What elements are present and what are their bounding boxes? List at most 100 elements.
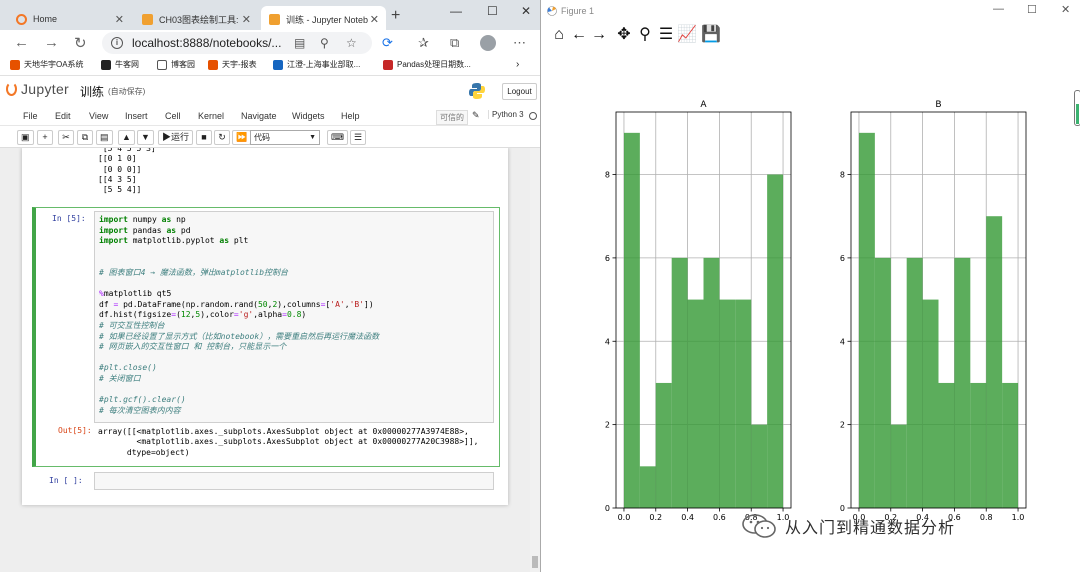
move-up-icon[interactable]: ▲ <box>118 130 135 145</box>
scroll-slider[interactable] <box>1074 90 1080 126</box>
configure-subplots-icon[interactable]: ☰ <box>656 25 676 45</box>
close-icon[interactable]: ✕ <box>370 13 379 26</box>
close-icon[interactable]: ✕ <box>242 13 251 26</box>
forward-icon[interactable]: → <box>44 34 59 51</box>
bookmark-icon <box>10 59 20 70</box>
jupyter-logo[interactable]: Jupyter <box>6 81 69 97</box>
figure-titlebar: Figure 1 — ☐ ✕ <box>541 0 1080 22</box>
save-figure-icon[interactable]: 💾 <box>701 25 721 45</box>
forward-icon[interactable]: → <box>589 25 609 45</box>
menu-cell[interactable]: Cell <box>165 111 181 121</box>
menu-file[interactable]: File <box>23 111 38 121</box>
close-icon[interactable]: ✕ <box>115 13 124 26</box>
info-icon[interactable]: i <box>111 37 123 49</box>
menu-edit[interactable]: Edit <box>55 111 71 121</box>
empty-code-editor[interactable] <box>94 472 494 490</box>
pan-icon[interactable]: ✥ <box>614 25 634 45</box>
histogram-bar <box>954 257 971 508</box>
more-bookmarks-icon[interactable]: › <box>516 59 519 70</box>
book-icon <box>269 13 280 25</box>
code-line: import pandas as pd <box>99 225 191 235</box>
page-scrollbar[interactable] <box>530 148 540 572</box>
back-icon[interactable]: ← <box>14 34 29 51</box>
subplot-title: A <box>700 100 707 110</box>
cell-type-select[interactable]: 代码 ▼ <box>250 130 320 145</box>
histogram-bar <box>735 299 752 508</box>
save-icon[interactable]: ▣ <box>17 130 34 145</box>
extension-icon[interactable]: ⟳ <box>382 35 393 51</box>
histogram-bar <box>719 299 736 508</box>
code-line: df = pd.DataFrame(np.random.rand(50,2),c… <box>99 299 374 309</box>
menu-help[interactable]: Help <box>341 111 360 121</box>
address-bar[interactable]: i localhost:8888/notebooks/... <box>102 32 372 54</box>
chevron-down-icon: ▼ <box>309 134 316 141</box>
stop-icon[interactable]: ■ <box>196 130 212 145</box>
collections-icon[interactable]: ⧉ <box>450 35 459 51</box>
bookmark-item[interactable]: 博客园 <box>157 59 195 70</box>
edit-axis-icon[interactable]: 📈 <box>677 25 697 45</box>
bookmark-item[interactable]: 江澄-上海事业部取... <box>273 59 360 70</box>
histogram-bar <box>687 299 704 508</box>
menu-insert[interactable]: Insert <box>125 111 148 121</box>
code-editor[interactable]: import numpy as np import pandas as pd i… <box>94 211 494 423</box>
refresh-icon[interactable]: ↻ <box>74 34 87 52</box>
close-window-icon[interactable]: ✕ <box>521 4 531 18</box>
edit-pencil-icon[interactable]: ✎ <box>472 110 480 121</box>
tab-home[interactable]: Home ✕ <box>8 6 131 32</box>
maximize-icon[interactable]: ☐ <box>1027 3 1037 16</box>
run-button[interactable]: ▶运行 <box>158 130 194 145</box>
watermark: 从入门到精通数据分析 <box>741 512 955 540</box>
move-down-icon[interactable]: ▼ <box>137 130 154 145</box>
favorite-star-icon[interactable]: ☆ <box>346 36 357 50</box>
minimize-icon[interactable]: — <box>993 3 1004 15</box>
notebook-toolbar: ▣ + ✂ ⧉ ▤ ▲ ▼ ▶运行 ■ ↻ ⏩ 代码 ▼ ⌨ ☰ <box>0 126 540 148</box>
copy-icon[interactable]: ⧉ <box>77 130 93 145</box>
previous-output: [5 4 5 5 3] [[0 1 0] [0 0 0]] [[4 3 5] [… <box>98 148 156 195</box>
run-label: 运行 <box>171 132 190 142</box>
logout-button[interactable]: Logout <box>502 83 537 100</box>
bookmark-item[interactable]: 天地华宇OA系统 <box>10 59 84 70</box>
keyboard-icon[interactable]: ⌨ <box>327 130 348 145</box>
more-icon[interactable]: ⋯ <box>513 35 526 51</box>
restart-run-icon[interactable]: ⏩ <box>232 130 252 145</box>
paste-icon[interactable]: ▤ <box>96 130 113 145</box>
cell-prompt-out: Out[5]: <box>58 426 92 435</box>
tab-ch03[interactable]: CH03图表绘制工具: ✕ <box>134 6 258 32</box>
favorites-icon[interactable]: ✰ <box>418 35 429 51</box>
back-icon[interactable]: ← <box>569 25 589 45</box>
cell-output: array([[<matplotlib.axes._subplots.AxesS… <box>98 427 479 457</box>
figure-title: Figure 1 <box>561 6 595 16</box>
code-line: import matplotlib.pyplot as plt <box>99 236 249 246</box>
tab-notebook[interactable]: 训练 - Jupyter Noteb ✕ <box>261 6 386 32</box>
zoom-icon[interactable]: ⚲ <box>320 36 329 50</box>
new-tab-icon[interactable]: + <box>391 7 400 25</box>
minimize-icon[interactable]: — <box>450 4 462 18</box>
menu-kernel[interactable]: Kernel <box>198 111 224 121</box>
restart-icon[interactable]: ↻ <box>214 130 230 145</box>
code-line: # 如果已经设置了显示方式（比如notebook），需要重启然后再运行魔法函数 <box>99 331 380 341</box>
insert-cell-icon[interactable]: + <box>37 130 53 145</box>
bookmark-item[interactable]: Pandas处理日期数... <box>383 59 471 70</box>
menu-view[interactable]: View <box>89 111 108 121</box>
bookmark-item[interactable]: 天宇-报表 <box>208 59 257 70</box>
command-palette-icon[interactable]: ☰ <box>350 130 367 145</box>
notebook-name[interactable]: 训练 <box>80 83 104 100</box>
menu-navigate[interactable]: Navigate <box>241 111 277 121</box>
zoom-icon[interactable]: ⚲ <box>635 25 655 45</box>
menu-widgets[interactable]: Widgets <box>292 111 325 121</box>
reader-icon[interactable]: ▤ <box>294 36 305 50</box>
python-logo-icon <box>469 83 485 99</box>
home-icon[interactable]: ⌂ <box>549 25 569 45</box>
maximize-icon[interactable]: ☐ <box>487 4 498 18</box>
bookmark-item[interactable]: 牛客网 <box>101 59 139 70</box>
close-window-icon[interactable]: ✕ <box>1061 3 1070 16</box>
cut-icon[interactable]: ✂ <box>58 130 74 145</box>
tab-strip: Home ✕ CH03图表绘制工具: ✕ 训练 - Jupyter Noteb … <box>0 0 540 34</box>
profile-avatar[interactable] <box>480 35 496 51</box>
figure-canvas[interactable]: 0.0 0.2 0.4 0.6 0.8 1.0 0 2 4 6 8 A 0.0 0.2 0.4 0.6 0.8 1… <box>541 50 1080 572</box>
histogram-bar <box>922 299 939 508</box>
bookmark-icon <box>273 59 283 70</box>
scrollbar-thumb[interactable] <box>532 556 538 568</box>
trusted-badge[interactable]: 可信的 <box>436 110 468 125</box>
